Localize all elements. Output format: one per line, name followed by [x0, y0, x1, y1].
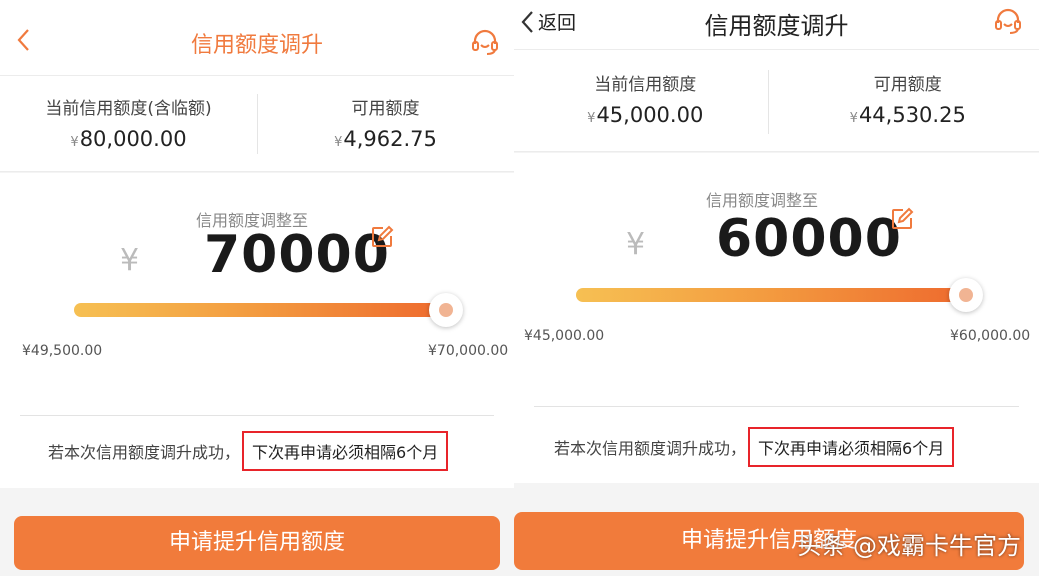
highlighted-notice: 下次再申请必须相隔6个月: [242, 431, 449, 471]
yen-sign: ¥: [849, 111, 858, 126]
notice-text: 若本次信用额度调升成功， 下次再申请必须相隔6个月: [48, 431, 449, 471]
divider: [768, 70, 769, 134]
nav-bar: 返回 信用额度调升: [514, 0, 1039, 50]
current-credit-amount: 80,000.00: [79, 127, 187, 151]
page-title: 信用额度调升: [190, 33, 323, 58]
customer-service-button[interactable]: [993, 7, 1023, 39]
available-credit-label: 可用额度: [873, 75, 942, 95]
credit-slider-handle[interactable]: [949, 278, 983, 312]
adjust-label: 信用额度调整至: [706, 191, 819, 210]
customer-service-button[interactable]: [470, 28, 500, 60]
current-credit-value: ¥45,000.00: [514, 103, 777, 127]
watermark-text: 头条 @戏霸卡牛官方: [797, 532, 1021, 560]
current-credit-limit: 当前信用额度(含临额) ¥80,000.00: [0, 76, 257, 171]
current-credit-label: 当前信用额度(含临额): [45, 99, 212, 119]
available-credit: 可用额度 ¥44,530.25: [777, 50, 1039, 151]
divider: [534, 406, 1019, 407]
adjust-section: 信用额度调整至 ¥ 70000 ¥49,500.00 ¥70,000.00 若本…: [0, 173, 514, 488]
credit-info: 当前信用额度(含临额) ¥80,000.00 可用额度 ¥4,962.75: [0, 76, 514, 172]
left-phone-screen: 信用额度调升 当前信用额度(含临额) ¥80,000.00 可用额度 ¥4,96…: [0, 0, 514, 576]
edit-amount-button[interactable]: [370, 225, 394, 253]
credit-info: 当前信用额度 ¥45,000.00 可用额度 ¥44,530.25: [514, 50, 1039, 152]
target-amount: 70000: [204, 225, 390, 285]
headset-icon: [995, 8, 1021, 34]
available-credit-amount: 4,962.75: [343, 127, 437, 151]
slider-max-label: ¥60,000.00: [950, 328, 1031, 344]
yen-sign: ¥: [587, 111, 596, 126]
edit-icon: [372, 225, 394, 247]
right-phone-screen: 返回 信用额度调升 当前信用额度 ¥45,000.00 可用额度 ¥44,530…: [514, 0, 1039, 576]
current-credit-amount: 45,000.00: [596, 103, 704, 127]
slider-max-label: ¥70,000.00: [428, 343, 509, 359]
currency-symbol: ¥: [626, 227, 646, 262]
notice-text: 若本次信用额度调升成功， 下次再申请必须相隔6个月: [554, 427, 955, 467]
current-credit-limit: 当前信用额度 ¥45,000.00: [514, 50, 777, 151]
notice-prefix: 若本次信用额度调升成功，: [48, 443, 241, 462]
available-credit: 可用额度 ¥4,962.75: [257, 76, 514, 171]
available-credit-amount: 44,530.25: [858, 103, 966, 127]
available-credit-value: ¥4,962.75: [257, 127, 514, 151]
credit-slider-handle[interactable]: [429, 293, 463, 327]
currency-symbol: ¥: [120, 243, 140, 278]
slider-min-label: ¥49,500.00: [22, 343, 103, 359]
edit-icon: [892, 207, 914, 229]
apply-increase-button[interactable]: 申请提升信用额度: [14, 516, 500, 570]
headset-icon: [472, 29, 498, 55]
yen-sign: ¥: [70, 135, 79, 150]
screenshot-comparison: 信用额度调升 当前信用额度(含临额) ¥80,000.00 可用额度 ¥4,96…: [0, 0, 1039, 576]
divider: [20, 415, 494, 416]
current-credit-label: 当前信用额度: [594, 75, 697, 95]
available-credit-label: 可用额度: [351, 99, 420, 119]
highlighted-notice: 下次再申请必须相隔6个月: [748, 427, 955, 467]
yen-sign: ¥: [334, 135, 343, 150]
target-amount: 60000: [716, 209, 902, 269]
nav-bar: 信用额度调升: [0, 0, 514, 76]
credit-slider-track[interactable]: [74, 303, 446, 317]
edit-amount-button[interactable]: [890, 207, 914, 235]
adjust-section: 信用额度调整至 ¥ 60000 ¥45,000.00 ¥60,000.00 若本…: [514, 153, 1039, 483]
credit-slider-track[interactable]: [576, 288, 966, 302]
slider-min-label: ¥45,000.00: [524, 328, 605, 344]
available-credit-value: ¥44,530.25: [777, 103, 1039, 127]
current-credit-value: ¥80,000.00: [0, 127, 257, 151]
page-title: 信用额度调升: [704, 12, 849, 40]
notice-prefix: 若本次信用额度调升成功，: [554, 439, 747, 458]
